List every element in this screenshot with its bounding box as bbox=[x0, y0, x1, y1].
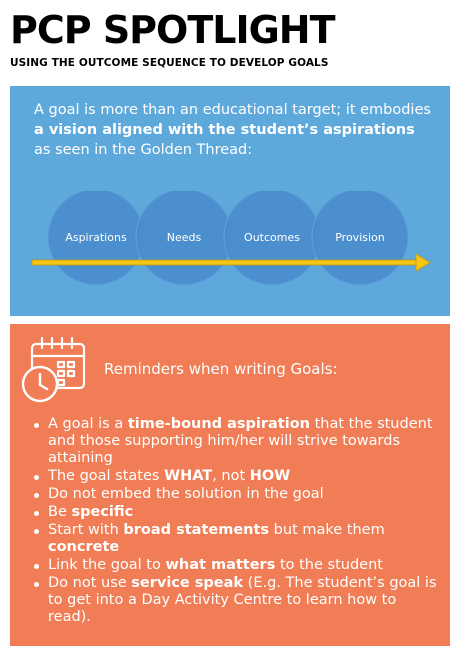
circle-label-aspirations: Aspirations bbox=[65, 231, 127, 244]
list-item: Be specific bbox=[32, 504, 442, 521]
list-item: Link the goal to what matters to the stu… bbox=[32, 557, 442, 574]
reminders-title: Reminders when writing Goals: bbox=[104, 360, 338, 378]
reminders-list: A goal is a time-bound aspiration that t… bbox=[32, 416, 442, 627]
list-item: Do not embed the solution in the goal bbox=[32, 486, 442, 503]
golden-thread-panel: A goal is more than an educational targe… bbox=[10, 86, 450, 316]
list-item: Do not use service speak (E.g. The stude… bbox=[32, 575, 442, 626]
page-title: PCP SPOTLIGHT bbox=[10, 8, 336, 52]
reminders-panel: Reminders when writing Goals: A goal is … bbox=[10, 324, 450, 646]
intro-bold: a vision aligned with the student’s aspi… bbox=[34, 122, 415, 138]
list-item: The goal states WHAT, not HOW bbox=[32, 468, 442, 485]
list-item: Start with broad statements but make the… bbox=[32, 522, 442, 556]
calendar-clock-icon bbox=[21, 336, 86, 403]
intro-text: A goal is more than an educational targe… bbox=[34, 102, 431, 158]
golden-thread-diagram: Aspirations Needs Outcomes Provision bbox=[31, 191, 431, 286]
circle-label-provision: Provision bbox=[335, 231, 385, 244]
circle-label-outcomes: Outcomes bbox=[244, 231, 300, 244]
list-item: A goal is a time-bound aspiration that t… bbox=[32, 416, 442, 467]
page-subtitle: USING THE OUTCOME SEQUENCE TO DEVELOP GO… bbox=[10, 57, 329, 69]
circle-label-needs: Needs bbox=[167, 231, 202, 244]
